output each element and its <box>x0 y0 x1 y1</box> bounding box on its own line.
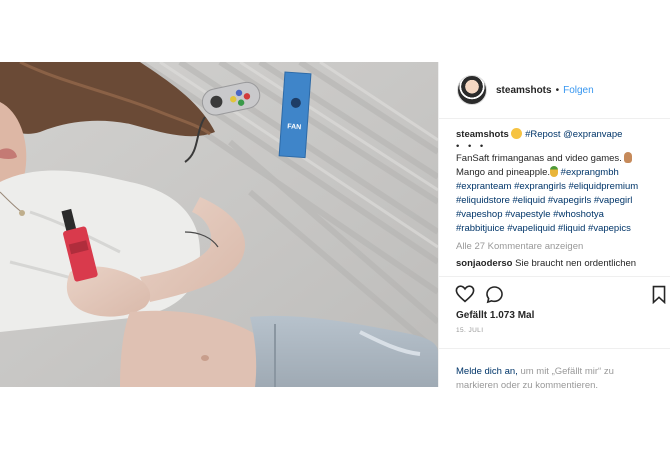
post-image: FAN <box>0 62 438 387</box>
caption-author[interactable]: steamshots <box>456 129 509 140</box>
pineapple-emoji-icon <box>550 166 559 177</box>
comment-text: Sie braucht nen ordentlichen <box>515 258 637 269</box>
comment-item: sonjaoderso Sie braucht nen ordentlichen <box>456 257 661 271</box>
post-header: steamshots • Folgen <box>439 62 670 119</box>
post-actions: Gefällt 1.073 Mal 15. JULI Melde dich an… <box>439 276 670 391</box>
like-count[interactable]: Gefällt 1.073 Mal <box>456 310 534 321</box>
post-date: 15. JULI <box>456 327 484 334</box>
caption-line-2: Mango and pineapple. #exprangmbh <box>456 166 661 180</box>
login-prompt: Melde dich an, um mit „Gefällt mir“ zu m… <box>439 348 670 393</box>
post-sidebar: steamshots • Folgen steamshots #Repost @… <box>438 62 670 391</box>
avatar[interactable] <box>457 75 487 105</box>
hand-emoji-icon <box>624 152 633 163</box>
comment-list: steamshots #Repost @expranvape • • • Fan… <box>456 128 661 271</box>
bookmark-icon[interactable] <box>651 285 667 309</box>
comment-author[interactable]: sonjaoderso <box>456 258 513 269</box>
separator-dot: • <box>555 84 560 96</box>
hashtag-line-3[interactable]: #eliquidstore #eliquid #vapegirls #vapeg… <box>456 194 661 208</box>
post-photo[interactable]: FAN <box>0 62 438 387</box>
follow-button[interactable]: Folgen <box>563 85 594 96</box>
comment-icon[interactable] <box>485 285 504 309</box>
caption-repost[interactable]: #Repost @expranvape <box>525 129 622 140</box>
hashtag-line-4[interactable]: #vapeshop #vapestyle #whoshotya <box>456 208 661 222</box>
author-username[interactable]: steamshots <box>496 85 552 96</box>
caption-line-1: FanSaft frimanganas and video games. <box>456 152 661 166</box>
hashtag-line-5[interactable]: #rabbitjuice #vapeliquid #liquid #vapepi… <box>456 222 661 236</box>
box-label: FAN <box>287 123 301 131</box>
smile-emoji-icon <box>511 128 523 139</box>
caption-text-2: Mango and pineapple. <box>456 167 551 178</box>
caption-text-1: FanSaft frimanganas and video games. <box>456 153 622 164</box>
caption-dots: • • • <box>456 141 487 152</box>
login-link[interactable]: Melde dich an, <box>456 366 518 377</box>
caption: steamshots #Repost @expranvape <box>456 128 661 142</box>
hashtag-line-2[interactable]: #expranteam #exprangirls #eliquidpremium <box>456 180 661 194</box>
heart-icon[interactable] <box>455 285 475 308</box>
view-all-comments-link[interactable]: Alle 27 Kommentare anzeigen <box>456 240 661 254</box>
hashtag-line-1[interactable]: #exprangmbh <box>561 167 619 178</box>
